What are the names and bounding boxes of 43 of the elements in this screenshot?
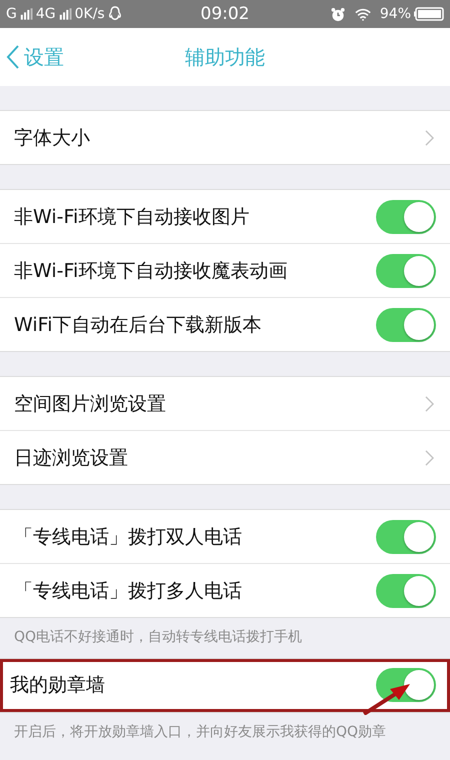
setting-label: WiFi下自动在后台下载新版本 [14, 312, 262, 338]
setting-label: 空间图片浏览设置 [14, 392, 166, 416]
settings-row[interactable]: 日迹浏览设置 [0, 430, 450, 484]
wifi-icon [354, 6, 371, 22]
page-title: 辅助功能 [185, 44, 265, 70]
clock: 09:02 [200, 4, 250, 24]
chevron-right-icon [425, 130, 434, 146]
network-label: 4G [36, 6, 56, 22]
toggle-switch[interactable] [376, 520, 436, 554]
settings-row[interactable]: 我的勋章墙 [0, 658, 450, 712]
toggle-switch[interactable] [376, 200, 436, 234]
penguin-icon [108, 6, 122, 22]
section-footnote: QQ电话不好接通时，自动转专线电话拨打手机 [13, 628, 304, 647]
setting-label: 非Wi-Fi环境下自动接收图片 [14, 204, 250, 230]
setting-label: 非Wi-Fi环境下自动接收魔表动画 [14, 258, 288, 284]
battery-percent: 94% [380, 6, 411, 22]
settings-row[interactable]: WiFi下自动在后台下载新版本 [0, 297, 450, 351]
setting-label: 我的勋章墙 [10, 673, 105, 698]
speed-label: 0K/s [74, 6, 105, 22]
battery-icon [414, 7, 444, 21]
signal-icon [20, 8, 33, 20]
alarm-clock-icon [330, 6, 346, 22]
toggle-switch[interactable] [376, 668, 436, 702]
settings-row[interactable]: 「专线电话」拨打多人电话 [0, 563, 450, 617]
section-footnote: 开启后，将开放勋章墙入口，并向好友展示我获得的QQ勋章 [13, 722, 388, 742]
toggle-switch[interactable] [376, 254, 436, 288]
settings-row[interactable]: 非Wi-Fi环境下自动接收图片 [0, 190, 450, 243]
settings-row[interactable]: 字体大小 [0, 111, 450, 164]
settings-row[interactable]: 非Wi-Fi环境下自动接收魔表动画 [0, 243, 450, 297]
setting-label: 日迹浏览设置 [14, 446, 128, 470]
network-label: G [6, 6, 17, 22]
annotation-arrow [362, 682, 412, 715]
back-chevron-icon [6, 44, 20, 70]
toggle-switch[interactable] [376, 574, 436, 608]
settings-row[interactable]: 空间图片浏览设置 [0, 377, 450, 430]
setting-label: 字体大小 [14, 126, 90, 150]
chevron-right-icon [425, 450, 434, 466]
chevron-right-icon [425, 396, 434, 412]
toggle-switch[interactable] [376, 308, 436, 342]
setting-label: 「专线电话」拨打双人电话 [14, 524, 242, 550]
signal-icon [58, 8, 72, 20]
setting-label: 「专线电话」拨打多人电话 [14, 578, 242, 604]
settings-row[interactable]: 「专线电话」拨打双人电话 [0, 510, 450, 563]
